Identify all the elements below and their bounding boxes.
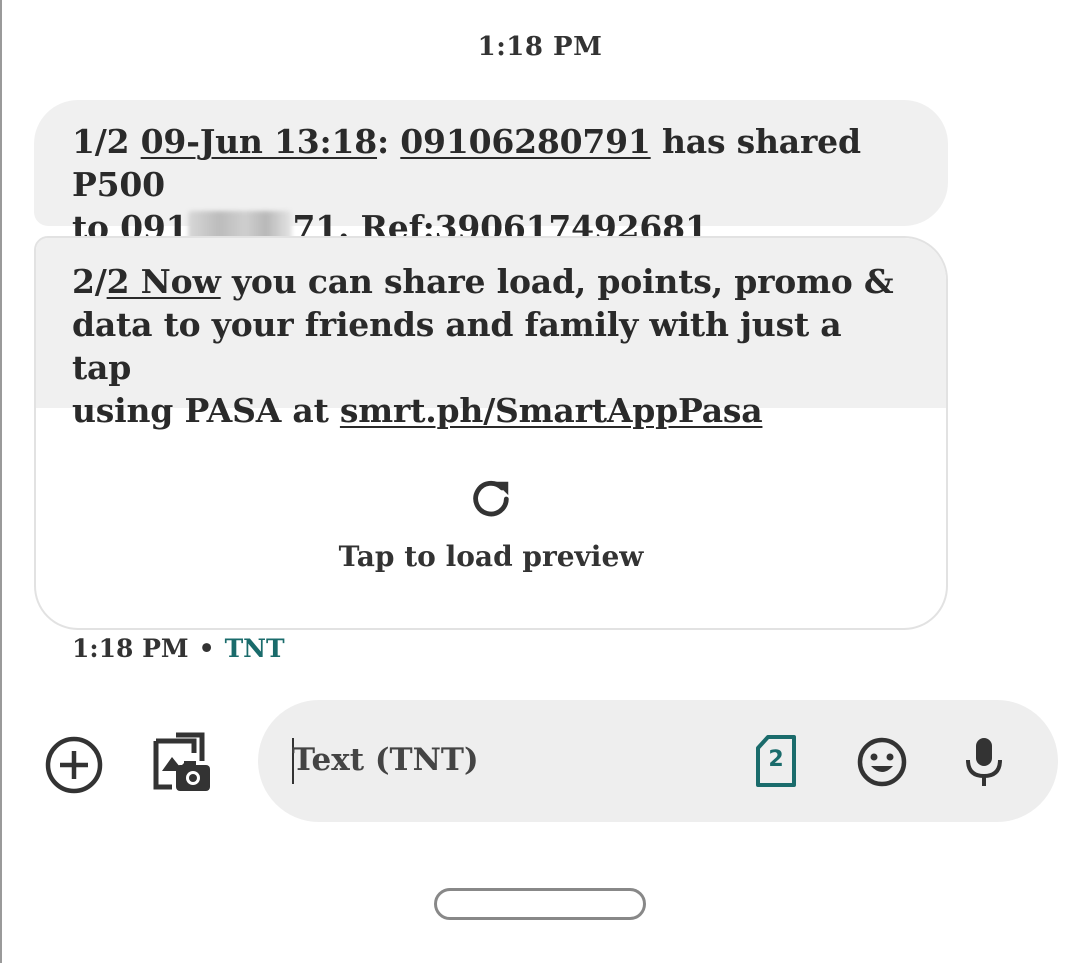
message-bubble-1[interactable]: 1/2 09-Jun 13:18: 09106280791 has shared… — [34, 100, 948, 247]
message-time: 1:18 PM — [72, 634, 189, 663]
conversation-timestamp: 1:18 PM — [477, 32, 603, 62]
message-text-1: 1/2 09-Jun 13:18: 09106280791 has shared… — [72, 122, 861, 247]
refresh-icon[interactable] — [468, 476, 514, 522]
emoji-icon[interactable] — [856, 736, 908, 788]
sender-number-link[interactable]: 09106280791 — [400, 122, 651, 161]
screen-edge — [0, 0, 2, 963]
carrier-label: TNT — [224, 634, 285, 663]
meta-separator: • — [198, 634, 215, 663]
home-gesture-bar[interactable] — [434, 888, 646, 920]
preview-label[interactable]: Tap to load preview — [36, 540, 946, 573]
message-text-2: 2/2 Now you can share load, points, prom… — [72, 262, 894, 430]
now-link[interactable]: 2 Now — [107, 262, 221, 301]
link-preview[interactable]: Tap to load preview — [36, 408, 946, 628]
message-input-placeholder: Text (TNT) — [292, 742, 479, 778]
sim-slot-number: 2 — [768, 747, 784, 772]
mic-icon[interactable] — [962, 736, 1006, 788]
date-link[interactable]: 09-Jun 13:18 — [141, 122, 378, 161]
sim-card-icon[interactable]: 2 — [754, 734, 798, 788]
message-text-area-2: 2/2 Now you can share load, points, prom… — [36, 238, 946, 430]
gallery-icon[interactable] — [150, 731, 214, 795]
message-bubble-2[interactable]: 2/2 Now you can share load, points, prom… — [34, 236, 948, 630]
add-icon[interactable] — [44, 735, 104, 795]
message-meta: 1:18 PM • TNT — [72, 634, 285, 663]
message-input[interactable]: Text (TNT) 2 — [258, 700, 1058, 822]
